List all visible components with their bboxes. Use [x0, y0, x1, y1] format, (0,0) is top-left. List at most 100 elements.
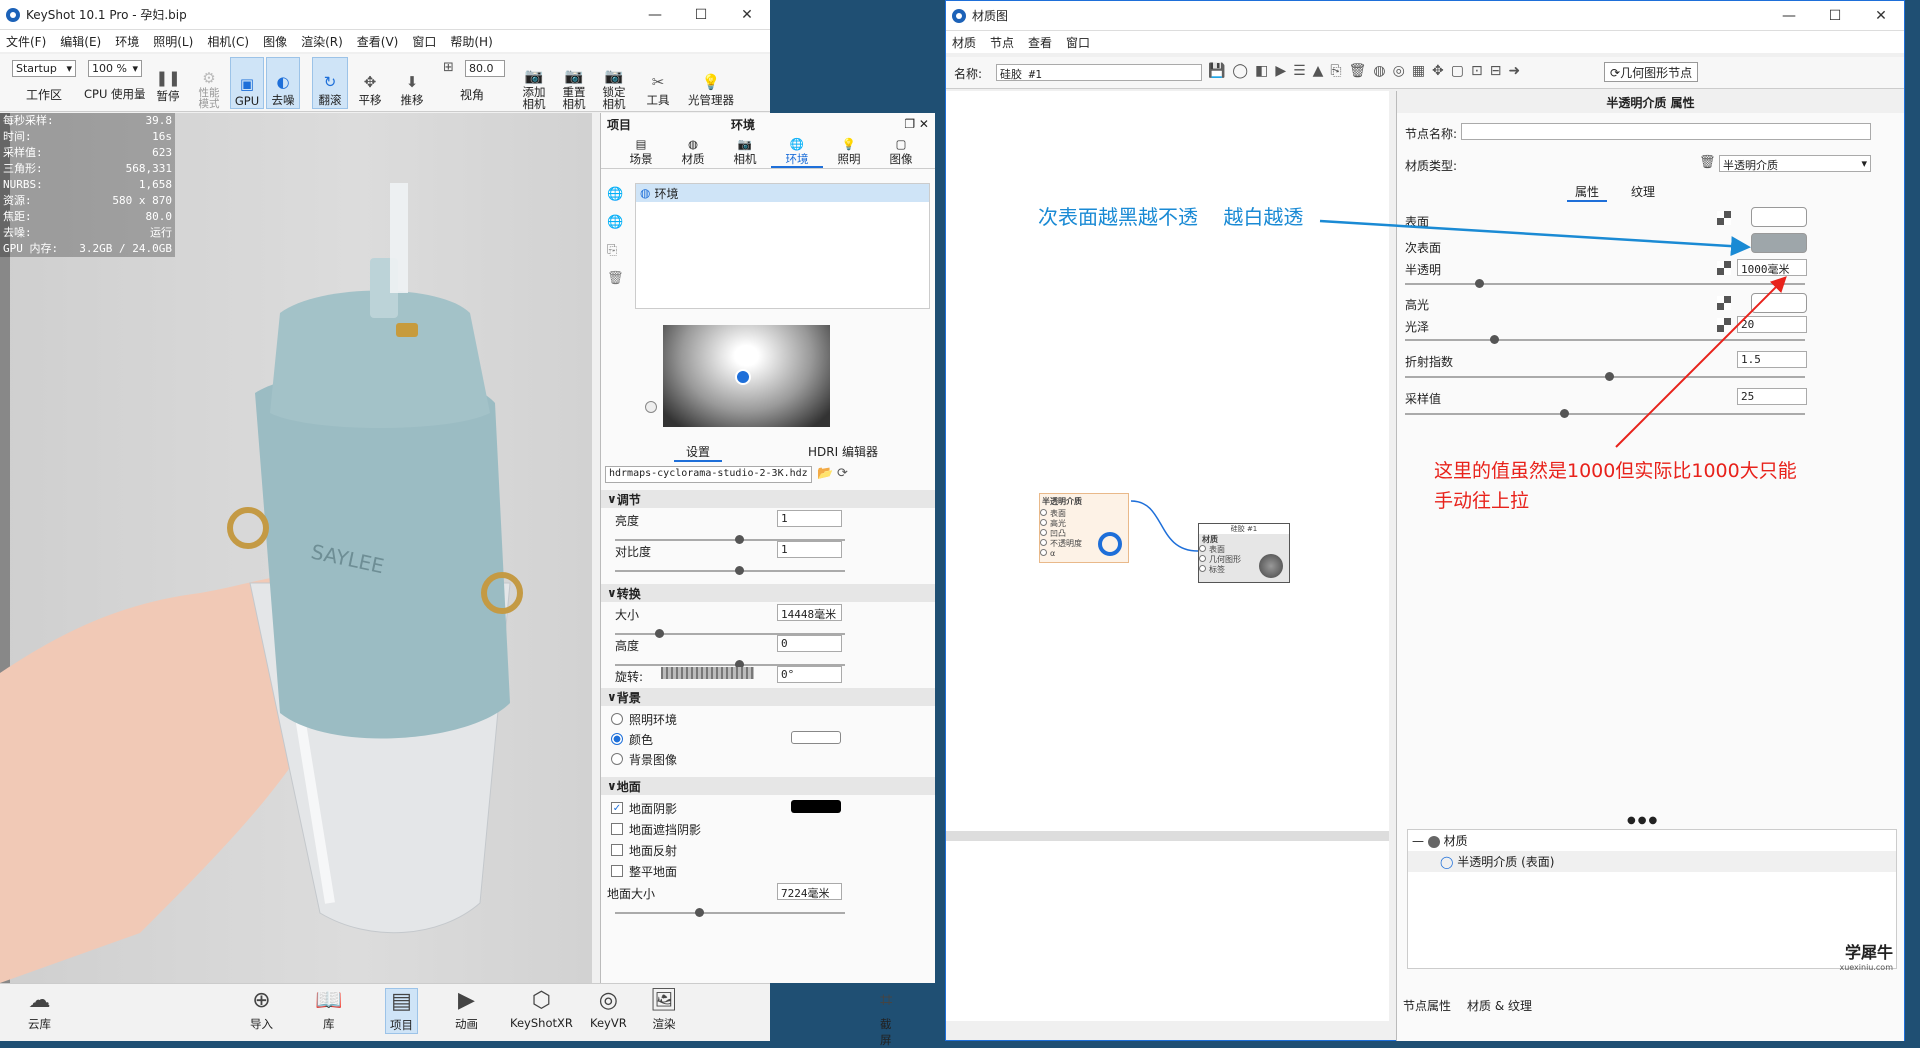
camera-reset-icon: 📷	[564, 67, 584, 85]
ground-shadow-check[interactable]: ✓ 地面阴影	[601, 797, 677, 819]
bottom-toolbar: ☁ 云库 ⊕ 导入 📖 库 ▤ 项目 ▶ 动画 ⬡ KeyShotXR ◎ KeyVR 🖼 渲染 ⌗ 截屏	[0, 983, 892, 1047]
copy-icon[interactable]: ⎘	[607, 237, 623, 265]
ground-reflect-check[interactable]: 地面反射	[601, 839, 677, 861]
render-viewport[interactable]: 每秒采样: 39.8 时间: 16s 采样值: 623 三角形: 568,331 NURBS: 1…	[0, 113, 592, 983]
add-camera-button[interactable]: 📷 添加 相机	[517, 60, 551, 111]
tab-label-1: 材质	[681, 152, 705, 166]
hdri-toggle[interactable]	[645, 401, 657, 413]
bottom-btn-1[interactable]: ⊕ 导入	[250, 988, 273, 1032]
panel-label-project: 项目	[607, 117, 632, 132]
section-background[interactable]: ∨ 背景	[601, 688, 935, 706]
globe-icon[interactable]: 🌐	[607, 209, 623, 237]
bg-color-swatch[interactable]	[791, 731, 841, 744]
bottom-icon-1: ⊕	[252, 988, 271, 1013]
pan-button[interactable]: ✥ 平移	[352, 60, 388, 108]
brightness-input[interactable]: 1	[777, 510, 842, 527]
dolly-icon: ⬇	[405, 73, 419, 91]
close-button[interactable]: ✕	[724, 7, 770, 23]
section-transform[interactable]: ∨ 转换	[601, 584, 935, 602]
height-input[interactable]: 0	[777, 635, 842, 652]
menu-item-4[interactable]: 相机(C)	[207, 33, 249, 50]
props-bottom-tab-0[interactable]: 节点属性	[1403, 997, 1451, 1014]
menu-item-7[interactable]: 查看(V)	[357, 33, 399, 50]
globe-add-icon[interactable]: 🌐	[607, 181, 623, 209]
rotation-dial[interactable]	[661, 667, 754, 679]
splitter-handle[interactable]: ●●●	[1627, 815, 1659, 826]
menu-item-8[interactable]: 窗口	[412, 33, 436, 50]
refresh-icon[interactable]: ⟳	[837, 466, 848, 481]
tab-3[interactable]: 🌐 环境	[771, 135, 823, 168]
section-ground[interactable]: ∨ 地面	[601, 777, 935, 795]
bottom-btn-6[interactable]: ◎ KeyVR	[590, 988, 627, 1030]
bottom-btn-7[interactable]: 🖼 渲染	[650, 988, 678, 1032]
minimize-button[interactable]: —	[632, 7, 678, 23]
bottom-icon-2: 📖	[315, 988, 343, 1013]
tools-icon: ✂	[651, 73, 665, 91]
denoise-button[interactable]: ◐ 去噪	[266, 57, 300, 109]
bg-image-option[interactable]: 背景图像	[601, 748, 677, 770]
contrast-input[interactable]: 1	[777, 541, 842, 558]
hdri-file-field[interactable]: hdrmaps-cyclorama-studio-2-3K.hdz	[605, 466, 812, 483]
menu-item-5[interactable]: 图像	[263, 33, 287, 50]
subtab-0[interactable]: 设置	[674, 443, 723, 462]
gpu-button[interactable]: ▣ GPU	[230, 57, 264, 109]
cpu-select[interactable]: 100 % ▾	[88, 60, 142, 77]
pause-button[interactable]: ❚❚ 暂停	[154, 60, 182, 104]
flatten-ground-check[interactable]: 整平地面	[601, 860, 677, 882]
hdri-light-pin[interactable]	[735, 369, 751, 385]
trash-icon[interactable]: 🗑	[607, 265, 624, 293]
menu-item-6[interactable]: 渲染(R)	[301, 33, 343, 50]
bottom-btn-4[interactable]: ▶ 动画	[455, 988, 478, 1032]
tree-root[interactable]: — 材质	[1408, 830, 1896, 851]
bottom-btn-5[interactable]: ⬡ KeyShotXR	[510, 988, 573, 1030]
bottle-render: SAYLEE	[0, 183, 523, 983]
tab-5[interactable]: ▢ 图像	[875, 135, 927, 168]
tab-icon-1: ◍	[687, 137, 699, 151]
bottom-btn-2[interactable]: 📖 库	[315, 988, 342, 1032]
menu-item-9[interactable]: 帮助(H)	[450, 33, 492, 50]
canvas-scrollbar[interactable]	[946, 831, 1389, 841]
perf-mode-button[interactable]: ⚙ 性能 模式	[193, 60, 225, 110]
props-bottom-tab-1[interactable]: 材质 & 纹理	[1467, 997, 1532, 1014]
subtab-1[interactable]: HDRI 编辑器	[808, 443, 878, 462]
maximize-button[interactable]: ☐	[678, 7, 724, 23]
bg-light-env-option[interactable]: 照明环境	[601, 708, 677, 730]
keyshot-window: KeyShot 10.1 Pro - 孕妇.bip — ☐ ✕ 文件(F) 编辑(…	[0, 0, 935, 1047]
fov-icon: ⊞	[443, 60, 454, 75]
size-input[interactable]: 14448毫米	[777, 604, 842, 621]
menu-item-2[interactable]: 环境	[115, 33, 139, 50]
bottom-btn-8[interactable]: ⌗ 截屏	[880, 988, 892, 1048]
folder-icon[interactable]: 📂	[817, 466, 833, 481]
workspace-select[interactable]: Startup ▾	[12, 60, 76, 77]
tab-4[interactable]: 💡 照明	[823, 135, 875, 168]
ground-size-slider[interactable]	[615, 908, 845, 917]
bottom-icon-8: ⌗	[880, 988, 893, 1013]
reset-camera-button[interactable]: 📷 重置 相机	[557, 60, 591, 111]
tumble-button[interactable]: ↻ 翻滚	[312, 57, 348, 109]
hdri-preview[interactable]	[663, 325, 830, 427]
contrast-slider[interactable]	[615, 566, 845, 575]
lock-camera-button[interactable]: 📷 锁定 相机	[597, 60, 631, 111]
tree-child[interactable]: ◯ 半透明介质 (表面)	[1408, 851, 1896, 872]
bottom-label-3: 项目	[390, 1018, 413, 1032]
bottom-btn-0[interactable]: ☁ 云库	[28, 988, 51, 1032]
menu-item-1[interactable]: 编辑(E)	[60, 33, 101, 50]
ground-occlusion-check[interactable]: 地面遮挡阴影	[601, 818, 701, 840]
light-manager-button[interactable]: 💡 光管理器	[683, 60, 739, 108]
rotation-input[interactable]: 0°	[777, 666, 842, 683]
menu-item-3[interactable]: 照明(L)	[153, 33, 193, 50]
tools-button[interactable]: ✂ 工具	[643, 60, 673, 108]
fov-input[interactable]: 80.0	[465, 60, 505, 77]
bottom-btn-3[interactable]: ▤ 项目	[385, 988, 418, 1034]
panel-close-icon[interactable]: ❐ ✕	[904, 117, 929, 131]
tab-1[interactable]: ◍ 材质	[667, 135, 719, 168]
dolly-button[interactable]: ⬇ 推移	[394, 60, 430, 108]
env-list-item[interactable]: ◍ 环境	[636, 184, 929, 202]
section-adjust[interactable]: ∨ 调节	[601, 490, 935, 508]
tab-2[interactable]: 📷 相机	[719, 135, 771, 168]
tab-0[interactable]: ▤ 场景	[615, 135, 667, 168]
bg-color-option[interactable]: 颜色	[601, 728, 653, 750]
ground-size-input[interactable]: 7224毫米	[777, 883, 842, 900]
ground-shadow-color[interactable]	[791, 800, 841, 813]
menu-item-0[interactable]: 文件(F)	[6, 33, 46, 50]
